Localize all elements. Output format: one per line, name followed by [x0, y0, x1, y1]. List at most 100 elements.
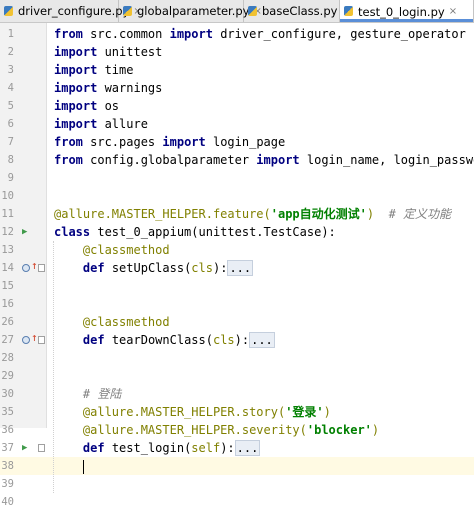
- line-number: 29: [1, 370, 14, 382]
- code-token: from: [54, 135, 83, 149]
- code-line[interactable]: 9: [0, 169, 474, 187]
- code-line[interactable]: 2 import unittest: [0, 43, 474, 61]
- code-text: from src.common import driver_configure,…: [54, 25, 466, 43]
- folded-code-placeholder[interactable]: ...: [234, 440, 261, 456]
- code-token: 'blocker': [306, 423, 372, 437]
- code-line[interactable]: 5 import os: [0, 97, 474, 115]
- python-file-icon: [3, 5, 15, 18]
- code-line[interactable]: 11 @allure.MASTER_HELPER.feature('app自动化测…: [0, 205, 474, 223]
- code-token: setUpClass(: [104, 261, 192, 275]
- code-token: @classmethod: [82, 243, 170, 257]
- code-text: from config.globalparameter import login…: [54, 151, 474, 169]
- code-token: '登录': [285, 405, 324, 419]
- folded-code-placeholder[interactable]: ...: [227, 260, 254, 276]
- override-arrow-icon[interactable]: ↑: [31, 260, 38, 271]
- code-line[interactable]: 40: [0, 493, 474, 511]
- run-icon[interactable]: ▶: [22, 227, 27, 237]
- tab-label: test_0_login.py: [358, 4, 445, 19]
- code-line[interactable]: 15: [0, 277, 474, 295]
- current-code-line[interactable]: 38: [0, 457, 474, 475]
- override-method-icon[interactable]: [22, 336, 30, 344]
- code-line[interactable]: 8 from config.globalparameter import logi…: [0, 151, 474, 169]
- run-icon[interactable]: ▶: [22, 443, 27, 453]
- code-token: 'app自动化测试': [270, 207, 367, 221]
- code-line[interactable]: 27 ↑ def tearDownClass(cls):...: [0, 331, 474, 349]
- code-token: ):: [234, 333, 250, 347]
- code-token: time: [97, 63, 134, 77]
- line-number: 37: [1, 442, 14, 454]
- code-line[interactable]: 4 import warnings: [0, 79, 474, 97]
- code-text: import os: [54, 97, 119, 115]
- code-line[interactable]: 28: [0, 349, 474, 367]
- code-token: def: [82, 261, 105, 275]
- code-line[interactable]: 36 @allure.MASTER_HELPER.severity('block…: [0, 421, 474, 439]
- line-number: 7: [7, 136, 14, 148]
- code-line[interactable]: 37 ▶ def test_login(self):...: [0, 439, 474, 457]
- code-token: self: [191, 441, 221, 455]
- code-token: import: [162, 135, 206, 149]
- code-token: test_login(: [104, 441, 192, 455]
- code-line[interactable]: 26 @classmethod: [0, 313, 474, 331]
- tab-test-0-login-py[interactable]: test_0_login.py ×: [340, 0, 474, 22]
- line-number: 39: [1, 478, 14, 490]
- line-number: 13: [1, 244, 14, 256]
- code-text: def setUpClass(cls):...: [54, 259, 254, 277]
- code-token: ):: [212, 261, 228, 275]
- code-token: import: [54, 45, 98, 59]
- line-number: 1: [7, 28, 14, 40]
- code-text: from src.pages import login_page: [54, 133, 285, 151]
- code-token: allure: [97, 117, 148, 131]
- code-token: def: [82, 333, 105, 347]
- code-line[interactable]: 30 # 登陆: [0, 385, 474, 403]
- code-token: warnings: [97, 81, 163, 95]
- indent-guide: [53, 241, 54, 493]
- code-line[interactable]: 1 from src.common import driver_configure…: [0, 25, 474, 43]
- line-number: 12: [1, 226, 14, 238]
- line-number: 26: [1, 316, 14, 328]
- line-number: 35: [1, 406, 14, 418]
- folded-code-placeholder[interactable]: ...: [249, 332, 275, 348]
- line-number: 30: [1, 388, 14, 400]
- line-number: 3: [7, 64, 14, 76]
- line-number: 28: [1, 352, 14, 364]
- tab-baseclass-py[interactable]: baseClass.py×: [244, 0, 350, 22]
- code-token: test_0_appium(unittest.TestCase):: [90, 225, 336, 239]
- code-line[interactable]: 14 ↑ def setUpClass(cls):...: [0, 259, 474, 277]
- code-line[interactable]: 12 ▶ class test_0_appium(unittest.TestCase…: [0, 223, 474, 241]
- code-token: def: [82, 441, 105, 455]
- line-number: 15: [1, 280, 14, 292]
- code-editor[interactable]: 1 from src.common import driver_configure…: [0, 23, 474, 508]
- code-line[interactable]: 7 from src.pages import login_page: [0, 133, 474, 151]
- code-token: driver_configure, gesture_operator: [212, 27, 466, 41]
- code-token: src.pages: [82, 135, 163, 149]
- line-number: 14: [1, 262, 14, 274]
- tab-globalparameter-py[interactable]: globalparameter.py ×: [119, 0, 262, 22]
- code-line[interactable]: 3 import time: [0, 61, 474, 79]
- code-line[interactable]: 29: [0, 367, 474, 385]
- fold-icon[interactable]: [38, 264, 45, 272]
- line-number: 11: [1, 208, 14, 220]
- override-method-icon[interactable]: [22, 264, 30, 272]
- code-line[interactable]: 35 @allure.MASTER_HELPER.story('登录'): [0, 403, 474, 421]
- override-arrow-icon[interactable]: ↑: [31, 332, 38, 343]
- python-file-icon: [122, 5, 134, 18]
- code-text: import unittest: [54, 43, 162, 61]
- fold-icon[interactable]: [38, 336, 45, 344]
- fold-icon[interactable]: [38, 444, 45, 452]
- code-token: import: [169, 27, 213, 41]
- code-text: class test_0_appium(unittest.TestCase):: [54, 223, 336, 241]
- code-line[interactable]: 10: [0, 187, 474, 205]
- code-text: import allure: [54, 115, 148, 133]
- code-line[interactable]: 6 import allure: [0, 115, 474, 133]
- line-number: 27: [1, 334, 14, 346]
- code-line[interactable]: 16: [0, 295, 474, 313]
- code-line[interactable]: 13 @classmethod: [0, 241, 474, 259]
- code-text: def tearDownClass(cls):...: [54, 331, 275, 349]
- close-tab-icon[interactable]: ×: [449, 6, 457, 17]
- code-line[interactable]: 39: [0, 475, 474, 493]
- code-token: @allure.MASTER_HELPER.story(: [82, 405, 286, 419]
- tab-driver-configure-py[interactable]: driver_configure.py ×: [0, 0, 142, 22]
